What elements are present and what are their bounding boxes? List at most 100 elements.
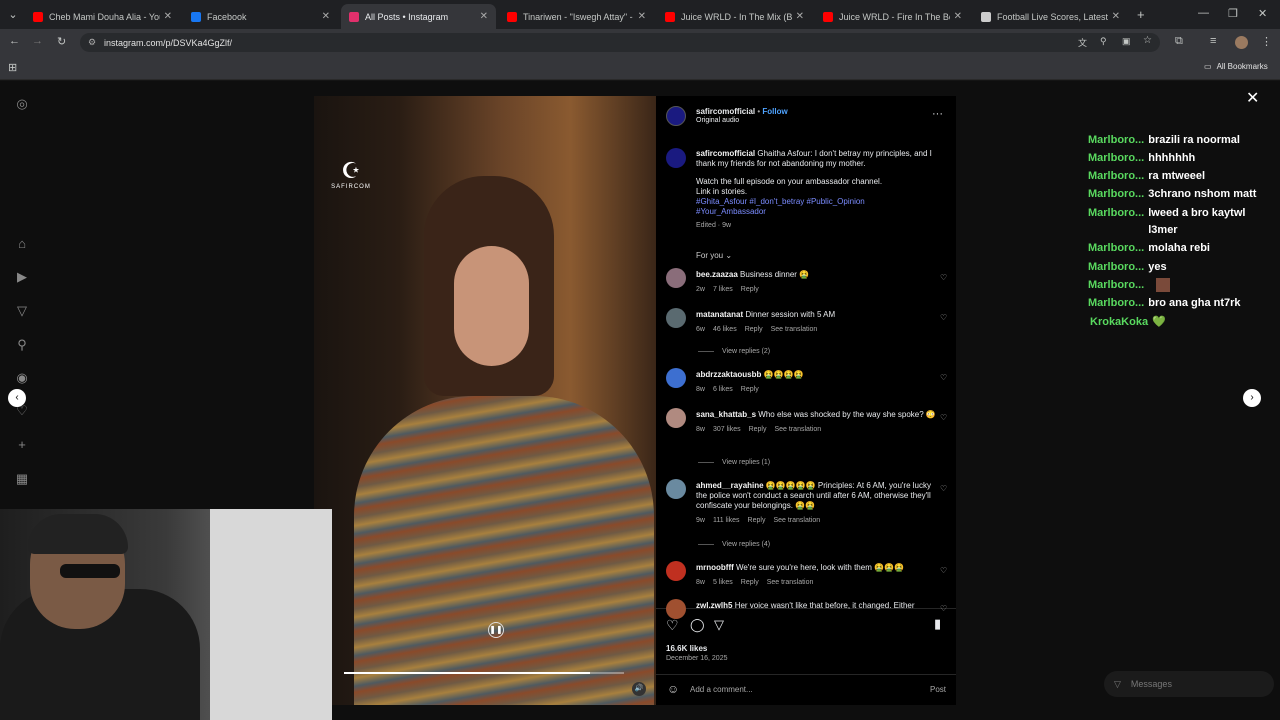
zoom-icon[interactable]: ⚲ — [1100, 36, 1107, 47]
close-tab-icon[interactable]: ✕ — [480, 11, 488, 22]
emoji-icon[interactable]: ☺ — [667, 682, 679, 696]
close-post-icon[interactable]: ✕ — [1246, 88, 1259, 108]
explore-icon[interactable]: ◉ — [14, 370, 30, 386]
tab[interactable]: Football Live Scores, Latest Foo ✕ — [973, 4, 1128, 29]
reel-video[interactable]: ☪ SAFIRCOM ❚❚ 🔊 — [314, 96, 656, 705]
tab[interactable]: Tinariwen - "Iswegh Attay" - Yo ✕ — [499, 4, 654, 29]
comment-likes[interactable]: 5 likes — [713, 579, 733, 586]
extensions-icon[interactable]: ⧉ — [1175, 35, 1183, 48]
comment-like-icon[interactable]: ♡ — [940, 373, 947, 382]
reply-button[interactable]: Reply — [741, 286, 759, 293]
comment-username[interactable]: mrnoobfff — [696, 563, 734, 572]
messages-icon[interactable]: ▽ — [14, 303, 30, 319]
comment-avatar[interactable] — [666, 599, 686, 619]
see-translation-button[interactable]: See translation — [775, 426, 822, 433]
comment-like-icon[interactable]: ♡ — [940, 413, 947, 422]
audio-label[interactable]: Original audio — [696, 117, 788, 124]
comment-input[interactable]: Add a comment... — [690, 685, 753, 694]
tab-search-icon[interactable]: ⌄ — [6, 8, 20, 21]
view-replies[interactable]: View replies (1) — [698, 459, 770, 466]
next-post-icon[interactable]: › — [1243, 389, 1261, 407]
comment-username[interactable]: sana_khattab_s — [696, 410, 756, 419]
instagram-logo-icon[interactable]: ◎ — [14, 96, 30, 112]
search-icon[interactable]: ⚲ — [14, 337, 30, 353]
comment-likes[interactable]: 7 likes — [713, 286, 733, 293]
chrome-menu-icon[interactable]: ⋮ — [1261, 35, 1272, 48]
like-icon[interactable]: ♡ — [666, 617, 679, 634]
reply-button[interactable]: Reply — [749, 426, 767, 433]
tab[interactable]: Cheb Mami Douha Alia - YouTu ✕ — [25, 4, 180, 29]
install-icon[interactable]: ▣ — [1122, 36, 1131, 47]
tab[interactable]: Juice WRLD - In The Mix (Be H ✕ — [657, 4, 812, 29]
apps-icon[interactable]: ⊞ — [8, 61, 17, 74]
close-tab-icon[interactable]: ✕ — [796, 11, 804, 22]
comment-avatar[interactable] — [666, 561, 686, 581]
caption-username[interactable]: safircomofficial — [696, 149, 755, 158]
reload-icon[interactable]: ↻ — [57, 35, 66, 48]
reply-button[interactable]: Reply — [748, 517, 766, 524]
pause-icon[interactable]: ❚❚ — [488, 622, 504, 638]
messages-button[interactable]: ▽ Messages — [1104, 671, 1274, 697]
author-avatar[interactable] — [666, 106, 686, 126]
comment-username[interactable]: matanatanat — [696, 310, 743, 319]
comment-likes[interactable]: 46 likes — [713, 326, 737, 333]
see-translation-button[interactable]: See translation — [773, 517, 820, 524]
likes-count[interactable]: 16.6K likes — [666, 644, 707, 653]
post-comment-button[interactable]: Post — [930, 685, 946, 694]
back-icon[interactable]: ← — [9, 35, 20, 47]
comment-like-icon[interactable]: ♡ — [940, 484, 947, 493]
prev-post-icon[interactable]: ‹ — [8, 389, 26, 407]
volume-icon[interactable]: 🔊 — [632, 682, 646, 696]
dashboard-icon[interactable]: ▦ — [14, 471, 30, 487]
create-icon[interactable]: + — [14, 437, 30, 452]
save-icon[interactable]: ▮ — [934, 616, 941, 632]
comment-likes[interactable]: 307 likes — [713, 426, 741, 433]
comment-sort[interactable]: For you ⌄ — [696, 251, 732, 260]
more-options-icon[interactable]: ··· — [932, 108, 943, 120]
comment-avatar[interactable] — [666, 268, 686, 288]
new-tab-icon[interactable]: + — [1137, 7, 1145, 22]
comment-likes[interactable]: 6 likes — [713, 386, 733, 393]
media-control-icon[interactable]: ≡ — [1210, 35, 1216, 47]
translate-icon[interactable]: 文 — [1078, 36, 1087, 49]
minimize-icon[interactable]: — — [1198, 7, 1209, 19]
progress-bar[interactable] — [344, 672, 624, 674]
comment-likes[interactable]: 111 likes — [713, 517, 740, 524]
close-tab-icon[interactable]: ✕ — [638, 11, 646, 22]
comment-avatar[interactable] — [666, 479, 686, 499]
comment-like-icon[interactable]: ♡ — [940, 273, 947, 282]
all-bookmarks-folder[interactable]: ▭ All Bookmarks — [1204, 62, 1268, 71]
close-window-icon[interactable]: ✕ — [1258, 7, 1267, 20]
comment-username[interactable]: ahmed__rayahine — [696, 481, 764, 490]
tab[interactable]: Juice WRLD - Fire In The Booth ✕ — [815, 4, 970, 29]
maximize-icon[interactable]: ❐ — [1228, 7, 1238, 20]
share-icon[interactable]: ▽ — [714, 617, 724, 633]
tab[interactable]: All Posts • Instagram ✕ — [341, 4, 496, 29]
close-tab-icon[interactable]: ✕ — [1112, 11, 1120, 22]
comment-like-icon[interactable]: ♡ — [940, 604, 947, 613]
close-tab-icon[interactable]: ✕ — [164, 11, 172, 22]
see-translation-button[interactable]: See translation — [767, 579, 814, 586]
home-icon[interactable]: ⌂ — [14, 236, 30, 251]
comment-icon[interactable]: ◯ — [690, 617, 705, 633]
reply-button[interactable]: Reply — [741, 579, 759, 586]
tab[interactable]: Facebook ✕ — [183, 4, 338, 29]
author-username[interactable]: safircomofficial — [696, 107, 755, 116]
view-replies[interactable]: View replies (2) — [698, 348, 770, 355]
view-replies[interactable]: View replies (4) — [698, 541, 770, 548]
comment-like-icon[interactable]: ♡ — [940, 566, 947, 575]
caption-avatar[interactable] — [666, 148, 686, 168]
comment-username[interactable]: bee.zaazaa — [696, 270, 738, 279]
comment-avatar[interactable] — [666, 408, 686, 428]
comment-like-icon[interactable]: ♡ — [940, 313, 947, 322]
site-info-icon[interactable]: ⚙ — [88, 37, 96, 48]
caption-hashtags[interactable]: #Ghita_Asfour #I_don't_betray #Public_Op… — [696, 197, 936, 217]
close-tab-icon[interactable]: ✕ — [322, 11, 330, 22]
see-translation-button[interactable]: See translation — [771, 326, 818, 333]
close-tab-icon[interactable]: ✕ — [954, 11, 962, 22]
forward-icon[interactable]: → — [32, 35, 43, 47]
follow-button[interactable]: Follow — [762, 107, 787, 116]
reels-icon[interactable]: ▶ — [14, 269, 30, 285]
reply-button[interactable]: Reply — [741, 386, 759, 393]
address-bar[interactable]: ⚙ instagram.com/p/DSVKa4GgZlf/ 文 ⚲ ▣ ☆ — [80, 33, 1160, 52]
